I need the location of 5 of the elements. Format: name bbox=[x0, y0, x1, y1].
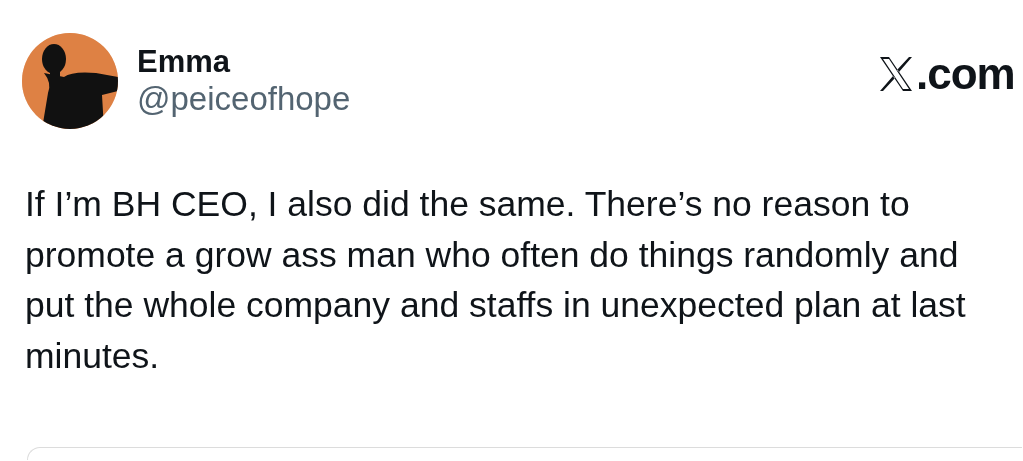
author-handle[interactable]: @peiceofhope bbox=[137, 79, 351, 119]
x-logo-icon bbox=[878, 56, 914, 92]
post-text: If I’m BH CEO, I also did the same. There’s no reason to promote a grow ass man who often do things randomly and put the whole company and staffs in unexpected plan at last minutes. bbox=[25, 183, 967, 378]
site-label: .com bbox=[916, 52, 1015, 96]
author-name[interactable]: Emma bbox=[137, 45, 351, 79]
